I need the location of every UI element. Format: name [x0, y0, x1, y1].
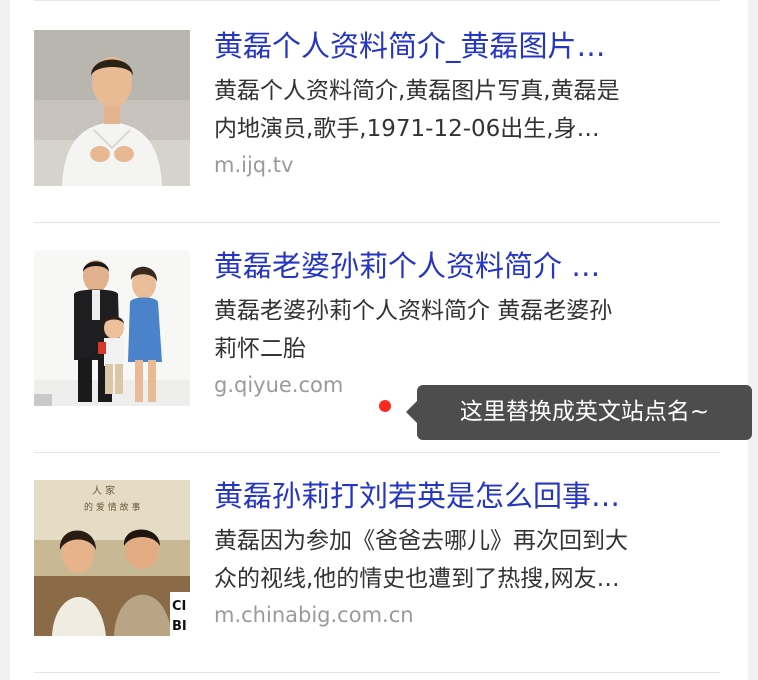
description-line: 黄磊个人资料简介,黄磊图片写真,黄磊是	[214, 78, 620, 104]
result-title-link[interactable]: 黄磊个人资料简介_黄磊图片…	[214, 24, 714, 68]
result-description: 黄磊因为参加《爸爸去哪儿》再次回到大 众的视线,他的情史也遭到了热搜,网友…	[214, 522, 714, 598]
top-divider	[34, 0, 720, 1]
result-thumbnail-movie-still[interactable]: 人 家 的 爱 情 故 事 CI BI	[34, 480, 190, 636]
result-divider	[34, 672, 720, 673]
svg-text:BI: BI	[172, 619, 187, 634]
tooltip: 这里替换成英文站点名~	[406, 385, 752, 440]
result-title-link[interactable]: 黄磊老婆孙莉个人资料简介 …	[214, 244, 714, 288]
result-thumbnail-family[interactable]	[34, 250, 190, 406]
svg-text:CI: CI	[172, 599, 186, 614]
description-line: 黄磊因为参加《爸爸去哪儿》再次回到大	[214, 528, 628, 554]
result-title-link[interactable]: 黄磊孙莉打刘若英是怎么回事…	[214, 474, 714, 518]
result-thumbnail-portrait[interactable]	[34, 30, 190, 186]
description-line: 内地演员,歌手,1971-12-06出生,身…	[214, 116, 600, 142]
result-domain: m.ijq.tv	[214, 153, 294, 177]
svg-text:的 爱 情 故 事: 的 爱 情 故 事	[84, 501, 140, 513]
result-domain: m.chinabig.com.cn	[214, 603, 414, 627]
tooltip-arrow	[406, 401, 417, 423]
result-description: 黄磊老婆孙莉个人资料简介 黄磊老婆孙 莉怀二胎	[214, 292, 714, 368]
description-line: 黄磊老婆孙莉个人资料简介 黄磊老婆孙	[214, 298, 613, 324]
marker-dot	[379, 400, 391, 412]
svg-text:人 家: 人 家	[92, 484, 115, 497]
result-description: 黄磊个人资料简介,黄磊图片写真,黄磊是 内地演员,歌手,1971-12-06出生…	[214, 72, 714, 148]
tooltip-text: 这里替换成英文站点名~	[459, 399, 710, 425]
description-line: 众的视线,他的情史也遭到了热搜,网友…	[214, 566, 620, 592]
result-domain: g.qiyue.com	[214, 373, 344, 397]
result-divider	[34, 222, 720, 223]
description-line: 莉怀二胎	[214, 336, 306, 362]
result-divider	[34, 452, 720, 453]
